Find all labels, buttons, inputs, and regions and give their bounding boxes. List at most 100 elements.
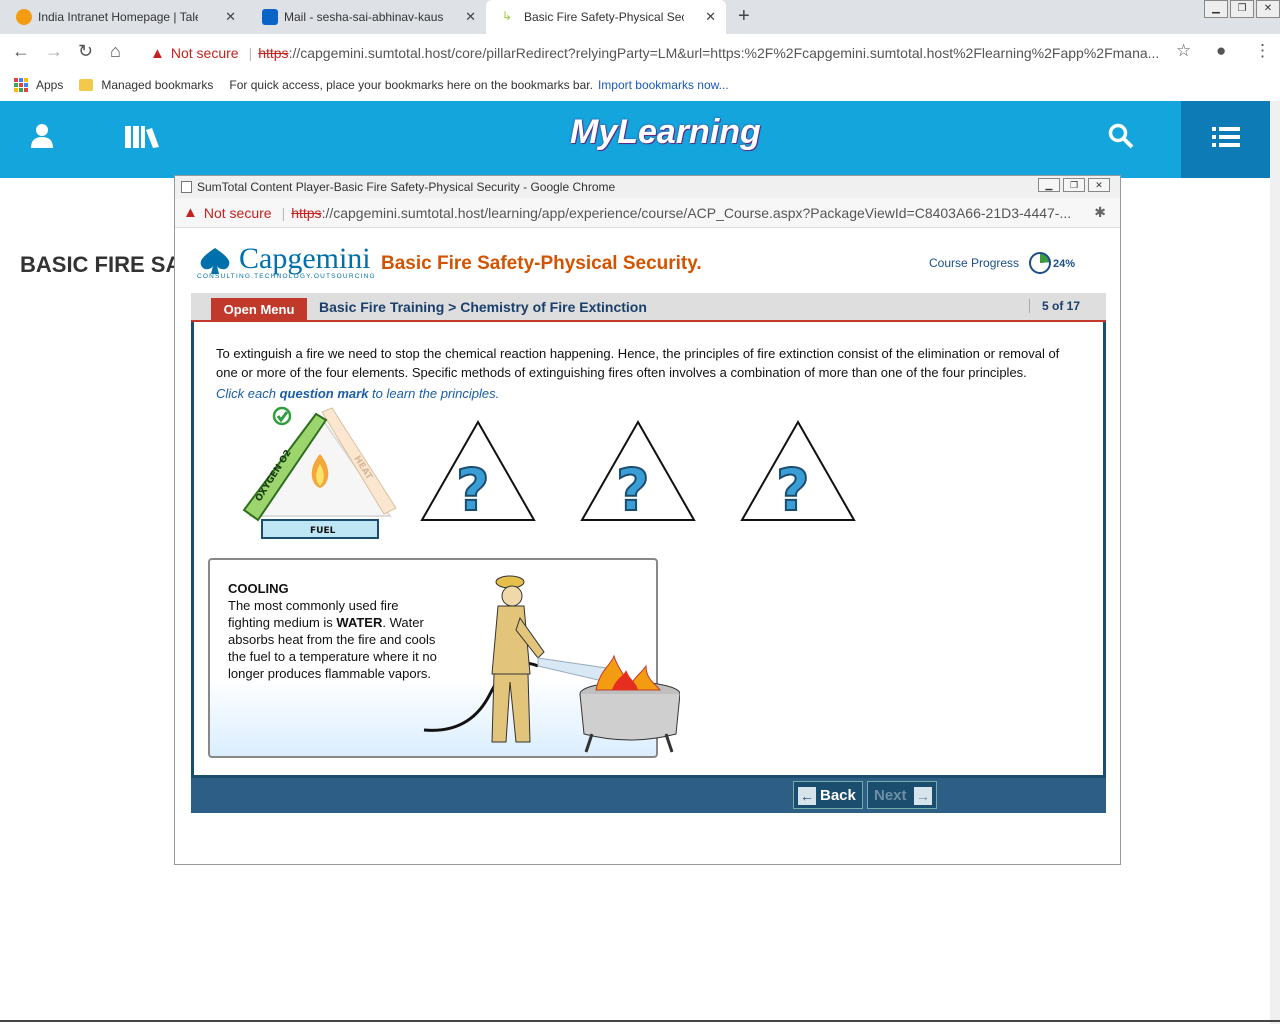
fuel-label: FUEL [310, 526, 336, 536]
next-button[interactable]: Next → [867, 781, 937, 809]
not-secure-label: Not secure [203, 204, 272, 221]
question-mark-icon[interactable]: ? [455, 455, 491, 524]
firefighter-illustration [423, 575, 680, 753]
warning-icon: ▲ [150, 44, 165, 62]
outlook-favicon-icon [262, 9, 278, 25]
managed-bookmarks-link[interactable]: Managed bookmarks [101, 78, 213, 92]
lesson-content: To extinguish a fire we need to stop the… [191, 322, 1106, 778]
url-scheme: https [258, 45, 289, 61]
course-footer: ← Back Next → [191, 778, 1106, 813]
back-label: Back [820, 787, 856, 804]
user-icon[interactable] [30, 123, 54, 156]
sumtotal-favicon-icon: ↳ [502, 9, 518, 25]
close-icon[interactable]: ✕ [225, 9, 236, 25]
bookmarks-bar: Apps Managed bookmarks For quick access,… [0, 70, 1280, 100]
talent-favicon-icon [16, 9, 32, 25]
spade-logo-icon [200, 248, 230, 274]
popup-window-title: SumTotal Content Player-Basic Fire Safet… [197, 180, 616, 194]
url-field[interactable]: ▲ Not secure | https ://capgemini.sumtot… [140, 39, 1200, 67]
kebab-menu-icon[interactable]: ⋮ [1254, 41, 1271, 61]
minimize-button[interactable]: ▁ [1204, 0, 1228, 18]
course-progress-label: Course Progress [929, 256, 1020, 270]
minimize-button[interactable]: ▁ [1038, 178, 1060, 192]
question-mark-icon[interactable]: ? [615, 455, 651, 524]
question-mark-icon[interactable]: ? [775, 455, 811, 524]
back-arrow-icon: ← [798, 787, 816, 805]
warning-icon: ▲ [183, 204, 198, 221]
close-window-button[interactable]: ✕ [1088, 178, 1110, 192]
lesson-paragraph: To extinguish a fire we need to stop the… [216, 346, 1060, 380]
restore-button[interactable]: ❐ [1063, 178, 1085, 192]
instruction-bold: question mark [279, 386, 369, 401]
reload-icon[interactable]: ↻ [78, 41, 93, 62]
mylearning-header: MyLearning [0, 101, 1280, 178]
divider: | [281, 204, 286, 221]
extension-icon[interactable]: ✱ [1094, 204, 1106, 221]
url-scheme: https [291, 204, 322, 221]
close-window-button[interactable]: ✕ [1256, 0, 1280, 18]
popup-window-controls: ▁ ❐ ✕ [1035, 178, 1110, 192]
popup-url-field[interactable]: ▲ Not secure | https ://capgemini.sumtot… [175, 198, 1120, 228]
divider: | [248, 45, 253, 61]
capgemini-logo: Capgemini CONSULTING.TECHNOLOGY.OUTSOURC… [195, 242, 376, 280]
progress-pie-icon [1029, 252, 1051, 274]
callout-bold: WATER [336, 615, 383, 630]
library-books-icon[interactable] [124, 123, 160, 155]
home-icon[interactable]: ⌂ [110, 41, 121, 62]
not-secure-label: Not secure [170, 45, 239, 61]
page-scrollbar[interactable] [1270, 101, 1280, 1024]
divider [0, 1020, 1280, 1022]
tab-basic-fire-safety[interactable]: ↳ Basic Fire Safety-Physical Security ✕ [486, 0, 726, 34]
next-arrow-icon: → [914, 787, 932, 805]
close-icon[interactable]: ✕ [465, 9, 476, 25]
course-progress-value: 24% [1053, 258, 1076, 270]
callout-text: COOLING The most commonly used fire figh… [228, 580, 438, 682]
bookmarks-hint: For quick access, place your bookmarks h… [229, 78, 593, 92]
page-title: BASIC FIRE SAI [20, 252, 188, 277]
back-arrow-icon[interactable]: ← [12, 41, 30, 62]
profile-icon[interactable]: ● [1216, 41, 1226, 61]
breadcrumb: Basic Fire Training > Chemistry of Fire … [319, 299, 647, 315]
apps-link[interactable]: Apps [36, 78, 63, 92]
principle-triangle-3[interactable]: ? [578, 418, 698, 524]
course-nav-strip: Open Menu Basic Fire Training > Chemistr… [191, 293, 1106, 322]
restore-button[interactable]: ❐ [1230, 0, 1254, 18]
principle-triangle-4[interactable]: ? [738, 418, 858, 524]
fire-triangle-diagram[interactable]: HEAT OXYGEN O2 FUEL [238, 406, 398, 546]
mylearning-logo[interactable]: MyLearning [570, 113, 761, 152]
principle-triangle-2[interactable]: ? [418, 418, 538, 524]
page-icon [181, 181, 192, 193]
star-icon[interactable]: ☆ [1176, 41, 1191, 61]
open-menu-button[interactable]: Open Menu [211, 298, 307, 322]
url-text: ://capgemini.sumtotal.host/learning/app/… [321, 204, 1072, 221]
popup-title-bar: SumTotal Content Player-Basic Fire Safet… [175, 176, 1120, 198]
cooling-callout: COOLING The most commonly used fire figh… [208, 558, 680, 758]
instruction-pre: Click each [216, 386, 280, 401]
import-bookmarks-link[interactable]: Import bookmarks now... [598, 78, 729, 92]
check-circle-icon [272, 406, 292, 426]
instruction-text: Click each question mark to learn the pr… [216, 386, 499, 401]
tab-label: Basic Fire Safety-Physical Security [524, 10, 684, 24]
menu-button[interactable] [1181, 101, 1270, 178]
address-bar-row: ← → ↻ ⌂ ▲ Not secure | https ://capgemin… [0, 34, 1280, 70]
tab-india-intranet[interactable]: India Intranet Homepage | Talent ✕ [0, 0, 246, 34]
close-icon[interactable]: ✕ [705, 9, 716, 25]
next-label: Next [874, 787, 907, 804]
window-controls: ▁ ❐ ✕ [1202, 0, 1280, 18]
apps-grid-icon [14, 78, 28, 92]
list-menu-icon [1212, 123, 1240, 155]
url-text: ://capgemini.sumtotal.host/core/pillarRe… [288, 45, 1160, 61]
tab-label: Mail - sesha-sai-abhinav-kaushal [284, 10, 444, 24]
instruction-post: to learn the principles. [368, 386, 500, 401]
page-counter: 5 of 17 [1028, 299, 1080, 313]
content-player-window: SumTotal Content Player-Basic Fire Safet… [174, 175, 1121, 865]
back-button[interactable]: ← Back [793, 781, 863, 809]
callout-heading: COOLING [228, 581, 289, 596]
browser-tab-strip: India Intranet Homepage | Talent ✕ Mail … [0, 0, 1280, 34]
forward-arrow-icon[interactable]: → [45, 41, 63, 62]
new-tab-button[interactable]: + [738, 5, 750, 28]
tab-mail[interactable]: Mail - sesha-sai-abhinav-kaushal ✕ [246, 0, 486, 34]
course-title: Basic Fire Safety-Physical Security. [381, 253, 702, 274]
folder-icon [79, 79, 94, 91]
search-icon[interactable] [1108, 123, 1134, 156]
